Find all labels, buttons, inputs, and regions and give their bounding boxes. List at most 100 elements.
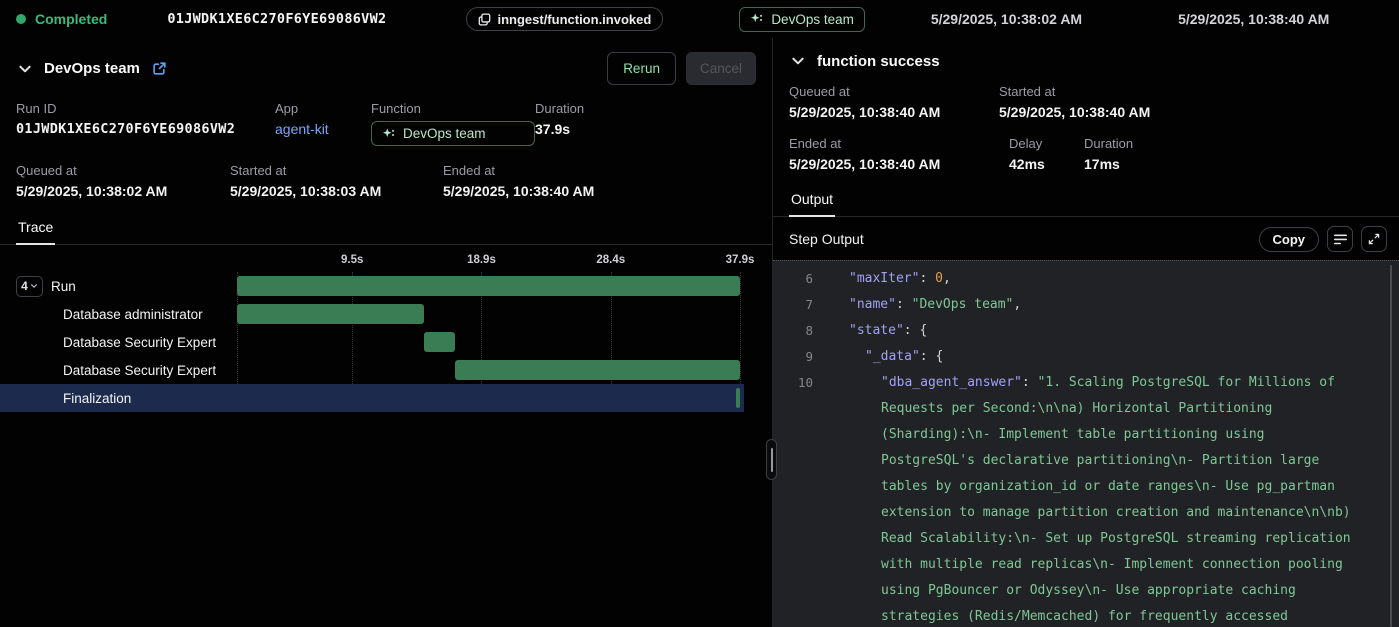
step-title: function success (817, 53, 940, 70)
trace-row-timeline (237, 328, 740, 356)
code-line-7: 7"name": "DevOps team", (773, 292, 1399, 318)
tab-trace[interactable]: Trace (16, 215, 55, 245)
topbar-ended-time: 5/29/2025, 10:38:40 AM (1178, 11, 1329, 27)
field-label: Duration (1084, 136, 1133, 151)
step-output-header: Step Output Copy (773, 217, 1399, 260)
function-badge[interactable]: DevOps team (371, 121, 535, 146)
code-content: "_data": { (833, 344, 1399, 370)
trace-row-labelcell: Database Security Expert (0, 363, 237, 378)
trace-waterfall: 9.5s18.9s28.4s37.9s 4RunDatabase adminis… (0, 252, 772, 627)
sparkles-icon (382, 127, 396, 141)
status-label: Completed (35, 11, 107, 27)
word-wrap-button[interactable] (1327, 226, 1353, 252)
external-link-icon[interactable] (152, 61, 167, 76)
axis-tick-label: 9.5s (341, 254, 363, 266)
line-number: 9 (773, 344, 813, 370)
field-delay: Delay 42ms (1009, 136, 1084, 172)
right-tabs: Output (773, 187, 1399, 217)
field-app: Appagent-kit (275, 101, 371, 146)
left-tabs: Trace (0, 215, 772, 245)
tab-output[interactable]: Output (789, 187, 835, 217)
collapse-run-chevron-icon[interactable] (16, 60, 34, 78)
trace-row-database-security-expert[interactable]: Database Security Expert (0, 328, 744, 356)
step-output-title: Step Output (789, 231, 864, 247)
field-value-run-id: 01JWDK1XE6C270F6YE69086VW2 (16, 121, 275, 137)
trace-row-label: Database administrator (63, 307, 203, 322)
field-label: Started at (230, 163, 443, 178)
run-header: DevOps team Rerun Cancel (0, 38, 772, 89)
span-bar[interactable] (424, 332, 455, 352)
trace-row-label: Run (51, 279, 76, 294)
trace-row-labelcell: 4 Run (0, 276, 237, 297)
field-value-app[interactable]: agent-kit (275, 121, 371, 137)
cancel-button[interactable]: Cancel (686, 52, 756, 85)
field-started-at: Started at 5/29/2025, 10:38:03 AM (230, 163, 443, 199)
topbar-queued-time: 5/29/2025, 10:38:02 AM (931, 11, 1082, 27)
topbar-function-badge[interactable]: DevOps team (739, 7, 865, 32)
span-bar[interactable] (237, 304, 424, 324)
span-bar[interactable] (736, 388, 740, 408)
trace-row-labelcell: Database administrator (0, 307, 237, 322)
event-trigger-badge[interactable]: inngest/function.invoked (466, 7, 663, 31)
field-label: Function (371, 101, 535, 116)
chevron-down-icon (30, 282, 38, 290)
expand-icon (1368, 233, 1380, 245)
field-value-ended-at: 5/29/2025, 10:38:40 AM (789, 156, 1009, 172)
rerun-button[interactable]: Rerun (607, 52, 676, 85)
step-detail-panel: function success Queued at5/29/2025, 10:… (773, 38, 1399, 627)
run-times-row: Queued at 5/29/2025, 10:38:02 AMStarted a… (0, 163, 772, 199)
expand-button[interactable] (1361, 226, 1387, 252)
trace-row-label: Database Security Expert (63, 363, 216, 378)
run-detail-panel: DevOps team Rerun Cancel Run ID01JWDK1XE… (0, 38, 773, 627)
field-value-queued-at: 5/29/2025, 10:38:40 AM (789, 104, 999, 120)
child-count: 4 (21, 279, 28, 293)
function-badge-label: DevOps team (403, 126, 486, 141)
field-label: Duration (535, 101, 584, 116)
sparkles-icon (750, 12, 764, 26)
code-scrollbar[interactable] (1390, 265, 1392, 627)
trace-row-database-security-expert[interactable]: Database Security Expert (0, 356, 744, 384)
trace-row-timeline (237, 356, 740, 384)
step-times-row-1: Queued at5/29/2025, 10:38:40 AMStarted a… (773, 84, 1399, 120)
line-number: 6 (773, 266, 813, 292)
axis-tick-label: 28.4s (596, 254, 625, 266)
field-queued-at: Queued at 5/29/2025, 10:38:02 AM (16, 163, 230, 199)
field-ended-at: Ended at5/29/2025, 10:38:40 AM (443, 163, 594, 199)
code-content: "dba_agent_answer": "1. Scaling PostgreS… (833, 370, 1399, 627)
field-label: Started at (999, 84, 1150, 99)
field-value-started-at: 5/29/2025, 10:38:03 AM (230, 183, 443, 199)
line-number: 10 (773, 370, 813, 627)
field-started-at: Started at 5/29/2025, 10:38:40 AM (999, 84, 1150, 120)
field-label: Queued at (16, 163, 230, 178)
code-line-8: 8 "state": { (773, 318, 1399, 344)
collapse-step-chevron-icon[interactable] (789, 52, 807, 70)
trace-row-run[interactable]: 4 Run (0, 272, 744, 300)
panel-resize-handle[interactable] (766, 439, 777, 480)
field-value-duration: 37.9s (535, 121, 584, 137)
code-line-9: 9 "_data": { (773, 344, 1399, 370)
trace-row-finalization[interactable]: Finalization (0, 384, 744, 412)
topbar-run-id: 01JWDK1XE6C270F6YE69086VW2 (167, 11, 386, 27)
run-details-row: Run ID01JWDK1XE6C270F6YE69086VW2Appagent… (0, 101, 772, 146)
child-count-expander[interactable]: 4 (16, 276, 43, 297)
code-line-10: 10"dba_agent_answer": "1. Scaling Postgr… (773, 370, 1399, 627)
span-bar[interactable] (237, 276, 740, 296)
step-header-row: function success (773, 38, 1399, 74)
code-line-6: 6 "maxIter": 0, (773, 266, 1399, 292)
axis-tick-label: 37.9s (726, 254, 755, 266)
field-ended-at: Ended at5/29/2025, 10:38:40 AM (789, 136, 1009, 172)
trace-row-timeline (237, 300, 740, 328)
field-label: Delay (1009, 136, 1084, 151)
field-value-queued-at: 5/29/2025, 10:38:02 AM (16, 183, 230, 199)
line-number: 8 (773, 318, 813, 344)
copy-button[interactable]: Copy (1259, 227, 1320, 252)
code-content: "maxIter": 0, (833, 266, 1399, 292)
code-content: "state": { (833, 318, 1399, 344)
trace-row-label: Database Security Expert (63, 335, 216, 350)
field-value-started-at: 5/29/2025, 10:38:40 AM (999, 104, 1150, 120)
trace-row-database-administrator[interactable]: Database administrator (0, 300, 744, 328)
span-bar[interactable] (455, 360, 740, 380)
field-value-delay: 42ms (1009, 156, 1084, 172)
field-label: Ended at (443, 163, 594, 178)
word-wrap-icon (1334, 234, 1347, 245)
